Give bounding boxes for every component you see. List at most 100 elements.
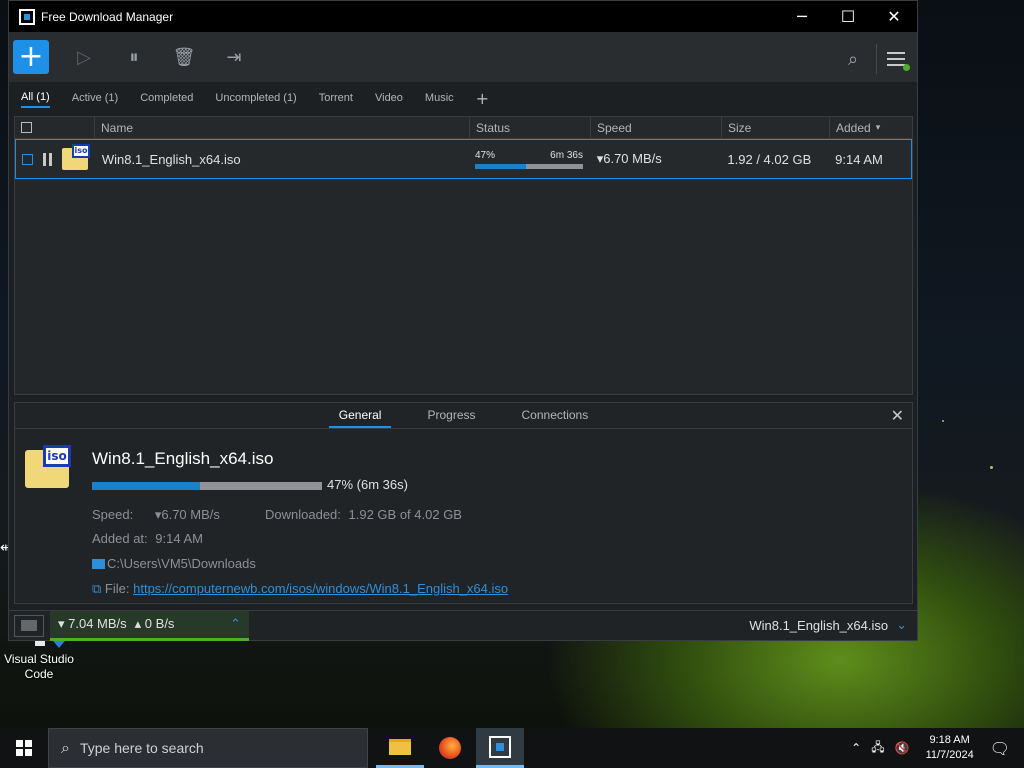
details-file-line: ⧉ File: https://computernewb.com/isos/wi… xyxy=(92,581,508,597)
added-value: 9:14 AM xyxy=(155,531,203,546)
chevron-down-icon: ⌄ xyxy=(896,618,907,633)
sort-desc-icon: ▾ xyxy=(875,122,881,132)
close-details-icon[interactable]: ✕ xyxy=(891,406,904,425)
details-progress-fill xyxy=(92,482,201,490)
move-icon[interactable]: ⇥ xyxy=(221,44,247,70)
column-status[interactable]: Status xyxy=(470,117,591,138)
details-panel: General Progress Connections ✕ iso Win8.… xyxy=(14,402,913,604)
desktop-icon-vscode[interactable]: Visual Studio Code xyxy=(0,636,78,682)
table-header: Name Status Speed Size Added ▾ xyxy=(15,117,912,139)
traffic-speeds[interactable]: ▾ 7.04 MB/s ▴ 0 B/s ⌃ xyxy=(50,610,249,641)
online-status-dot xyxy=(903,64,910,71)
play-icon[interactable]: ▷ xyxy=(71,44,97,70)
volume-muted-icon[interactable]: 🔇 xyxy=(895,741,910,755)
iso-file-icon: iso xyxy=(25,445,71,488)
toolbar: + ▷ ⏸ 🗑 ⇥ ⌕ xyxy=(9,32,917,82)
notifications-icon[interactable]: 🗨 xyxy=(990,739,1010,758)
toolbar-divider xyxy=(876,44,877,74)
select-all-checkbox[interactable] xyxy=(21,122,32,133)
row-progress-bar xyxy=(474,163,583,169)
taskbar-search[interactable]: ⌕ Type here to search xyxy=(48,728,368,768)
delete-icon[interactable]: 🗑 xyxy=(171,44,197,70)
desktop-icon-label: Visual Studio Code xyxy=(4,652,74,681)
row-added: 9:14 AM xyxy=(835,151,883,167)
pause-icon[interactable] xyxy=(43,152,52,166)
filter-uncompleted[interactable]: Uncompleted (1) xyxy=(215,89,296,107)
fdm-window: Free Download Manager ─ ☐ ✕ + ▷ ⏸ 🗑 ⇥ ⌕ … xyxy=(8,0,918,641)
row-percent: 47% xyxy=(474,149,495,161)
taskbar: ⌕ Type here to search ⌃ 🖧 🔇 9:18 AM 11/7… xyxy=(0,728,1024,768)
taskbar-firefox[interactable] xyxy=(426,728,474,768)
clock-time: 9:18 AM xyxy=(929,734,970,746)
search-placeholder: Type here to search xyxy=(79,740,204,756)
row-name: Win8.1_English_x64.iso xyxy=(101,151,241,167)
minimize-button[interactable]: ─ xyxy=(779,1,825,32)
taskbar-fdm[interactable] xyxy=(476,728,524,768)
download-list: Name Status Speed Size Added ▾ iso Win8.1… xyxy=(14,116,913,395)
details-tabs: General Progress Connections ✕ xyxy=(15,403,912,429)
fdm-icon xyxy=(489,735,511,758)
chevron-up-icon[interactable]: ⌃ xyxy=(851,741,861,755)
add-filter-button[interactable]: + xyxy=(476,89,489,108)
details-file-name: Win8.1_English_x64.iso xyxy=(92,449,274,468)
speed-value: ▾6.70 MB/s xyxy=(154,507,220,522)
clock[interactable]: 9:18 AM 11/7/2024 xyxy=(926,733,974,763)
filter-torrent[interactable]: Torrent xyxy=(319,89,353,107)
star xyxy=(942,420,944,422)
filter-all[interactable]: All (1) xyxy=(21,88,50,108)
column-speed[interactable]: Speed xyxy=(591,117,722,138)
row-size: 1.92 / 4.02 GB xyxy=(727,151,812,167)
network-icon[interactable]: 🖧 xyxy=(871,738,884,759)
clock-date: 11/7/2024 xyxy=(925,749,974,761)
search-icon[interactable]: ⌕ xyxy=(840,46,866,72)
title-bar[interactable]: Free Download Manager ─ ☐ ✕ xyxy=(9,1,917,32)
add-download-button[interactable]: + xyxy=(13,40,49,74)
iso-file-icon: iso xyxy=(62,144,90,170)
details-progress-label: 47% (6m 36s) xyxy=(327,477,408,492)
external-link-icon: ⧉ xyxy=(92,581,102,596)
menu-icon[interactable] xyxy=(887,51,910,71)
chevron-up-icon: ⌃ xyxy=(230,616,241,632)
current-file-indicator[interactable]: Win8.1_English_x64.iso ⌄ xyxy=(749,618,907,633)
pause-all-icon[interactable]: ⏸ xyxy=(121,44,147,70)
filter-active[interactable]: Active (1) xyxy=(72,89,118,107)
column-added[interactable]: Added ▾ xyxy=(830,117,912,138)
column-size[interactable]: Size xyxy=(722,117,830,138)
search-icon: ⌕ xyxy=(61,738,70,757)
details-progress-bar xyxy=(92,482,322,490)
current-file-name: Win8.1_English_x64.iso xyxy=(749,618,889,633)
column-added-label: Added xyxy=(836,120,871,135)
maximize-button[interactable]: ☐ xyxy=(825,1,871,32)
upload-speed: ▴ 0 B/s xyxy=(134,616,175,631)
file-url-link[interactable]: https://computernewb.com/isos/windows/Wi… xyxy=(133,581,508,596)
close-button[interactable]: ✕ xyxy=(871,1,917,32)
downloaded-value: 1.92 GB of 4.02 GB xyxy=(348,507,462,522)
tab-general[interactable]: General xyxy=(328,403,392,428)
row-controls: iso xyxy=(16,140,96,178)
file-explorer-icon xyxy=(389,738,411,755)
row-progress-fill xyxy=(474,163,526,169)
status-bar: ▾ 7.04 MB/s ▴ 0 B/s ⌃ Win8.1_English_x64… xyxy=(9,610,917,641)
select-all-header xyxy=(15,117,95,138)
filter-completed[interactable]: Completed xyxy=(140,89,193,107)
download-speed: ▾ 7.04 MB/s xyxy=(58,616,127,631)
filter-music[interactable]: Music xyxy=(425,89,454,107)
details-speed-line: Speed: ▾6.70 MB/s xyxy=(92,507,220,523)
filter-video[interactable]: Video xyxy=(375,89,403,107)
tab-connections[interactable]: Connections xyxy=(512,403,599,428)
details-downloaded-line: Downloaded: 1.92 GB of 4.02 GB xyxy=(265,507,462,522)
folder-icon xyxy=(92,559,105,569)
firefox-icon xyxy=(439,737,461,759)
start-button[interactable] xyxy=(0,728,48,768)
table-row[interactable]: iso Win8.1_English_x64.iso 47% 6m 36s ▾6… xyxy=(15,139,912,179)
row-checkbox[interactable] xyxy=(22,153,33,165)
downloaded-label: Downloaded: xyxy=(265,507,341,522)
row-remaining: 6m 36s xyxy=(550,149,583,161)
folder-path[interactable]: C:\Users\VM5\Downloads xyxy=(107,556,256,571)
details-folder-line[interactable]: C:\Users\VM5\Downloads xyxy=(92,556,256,571)
tab-progress[interactable]: Progress xyxy=(417,403,485,428)
column-name[interactable]: Name xyxy=(95,117,470,138)
taskbar-file-explorer[interactable] xyxy=(376,728,424,768)
snail-mode-icon[interactable] xyxy=(14,614,44,637)
details-added-line: Added at: 9:14 AM xyxy=(92,531,203,546)
